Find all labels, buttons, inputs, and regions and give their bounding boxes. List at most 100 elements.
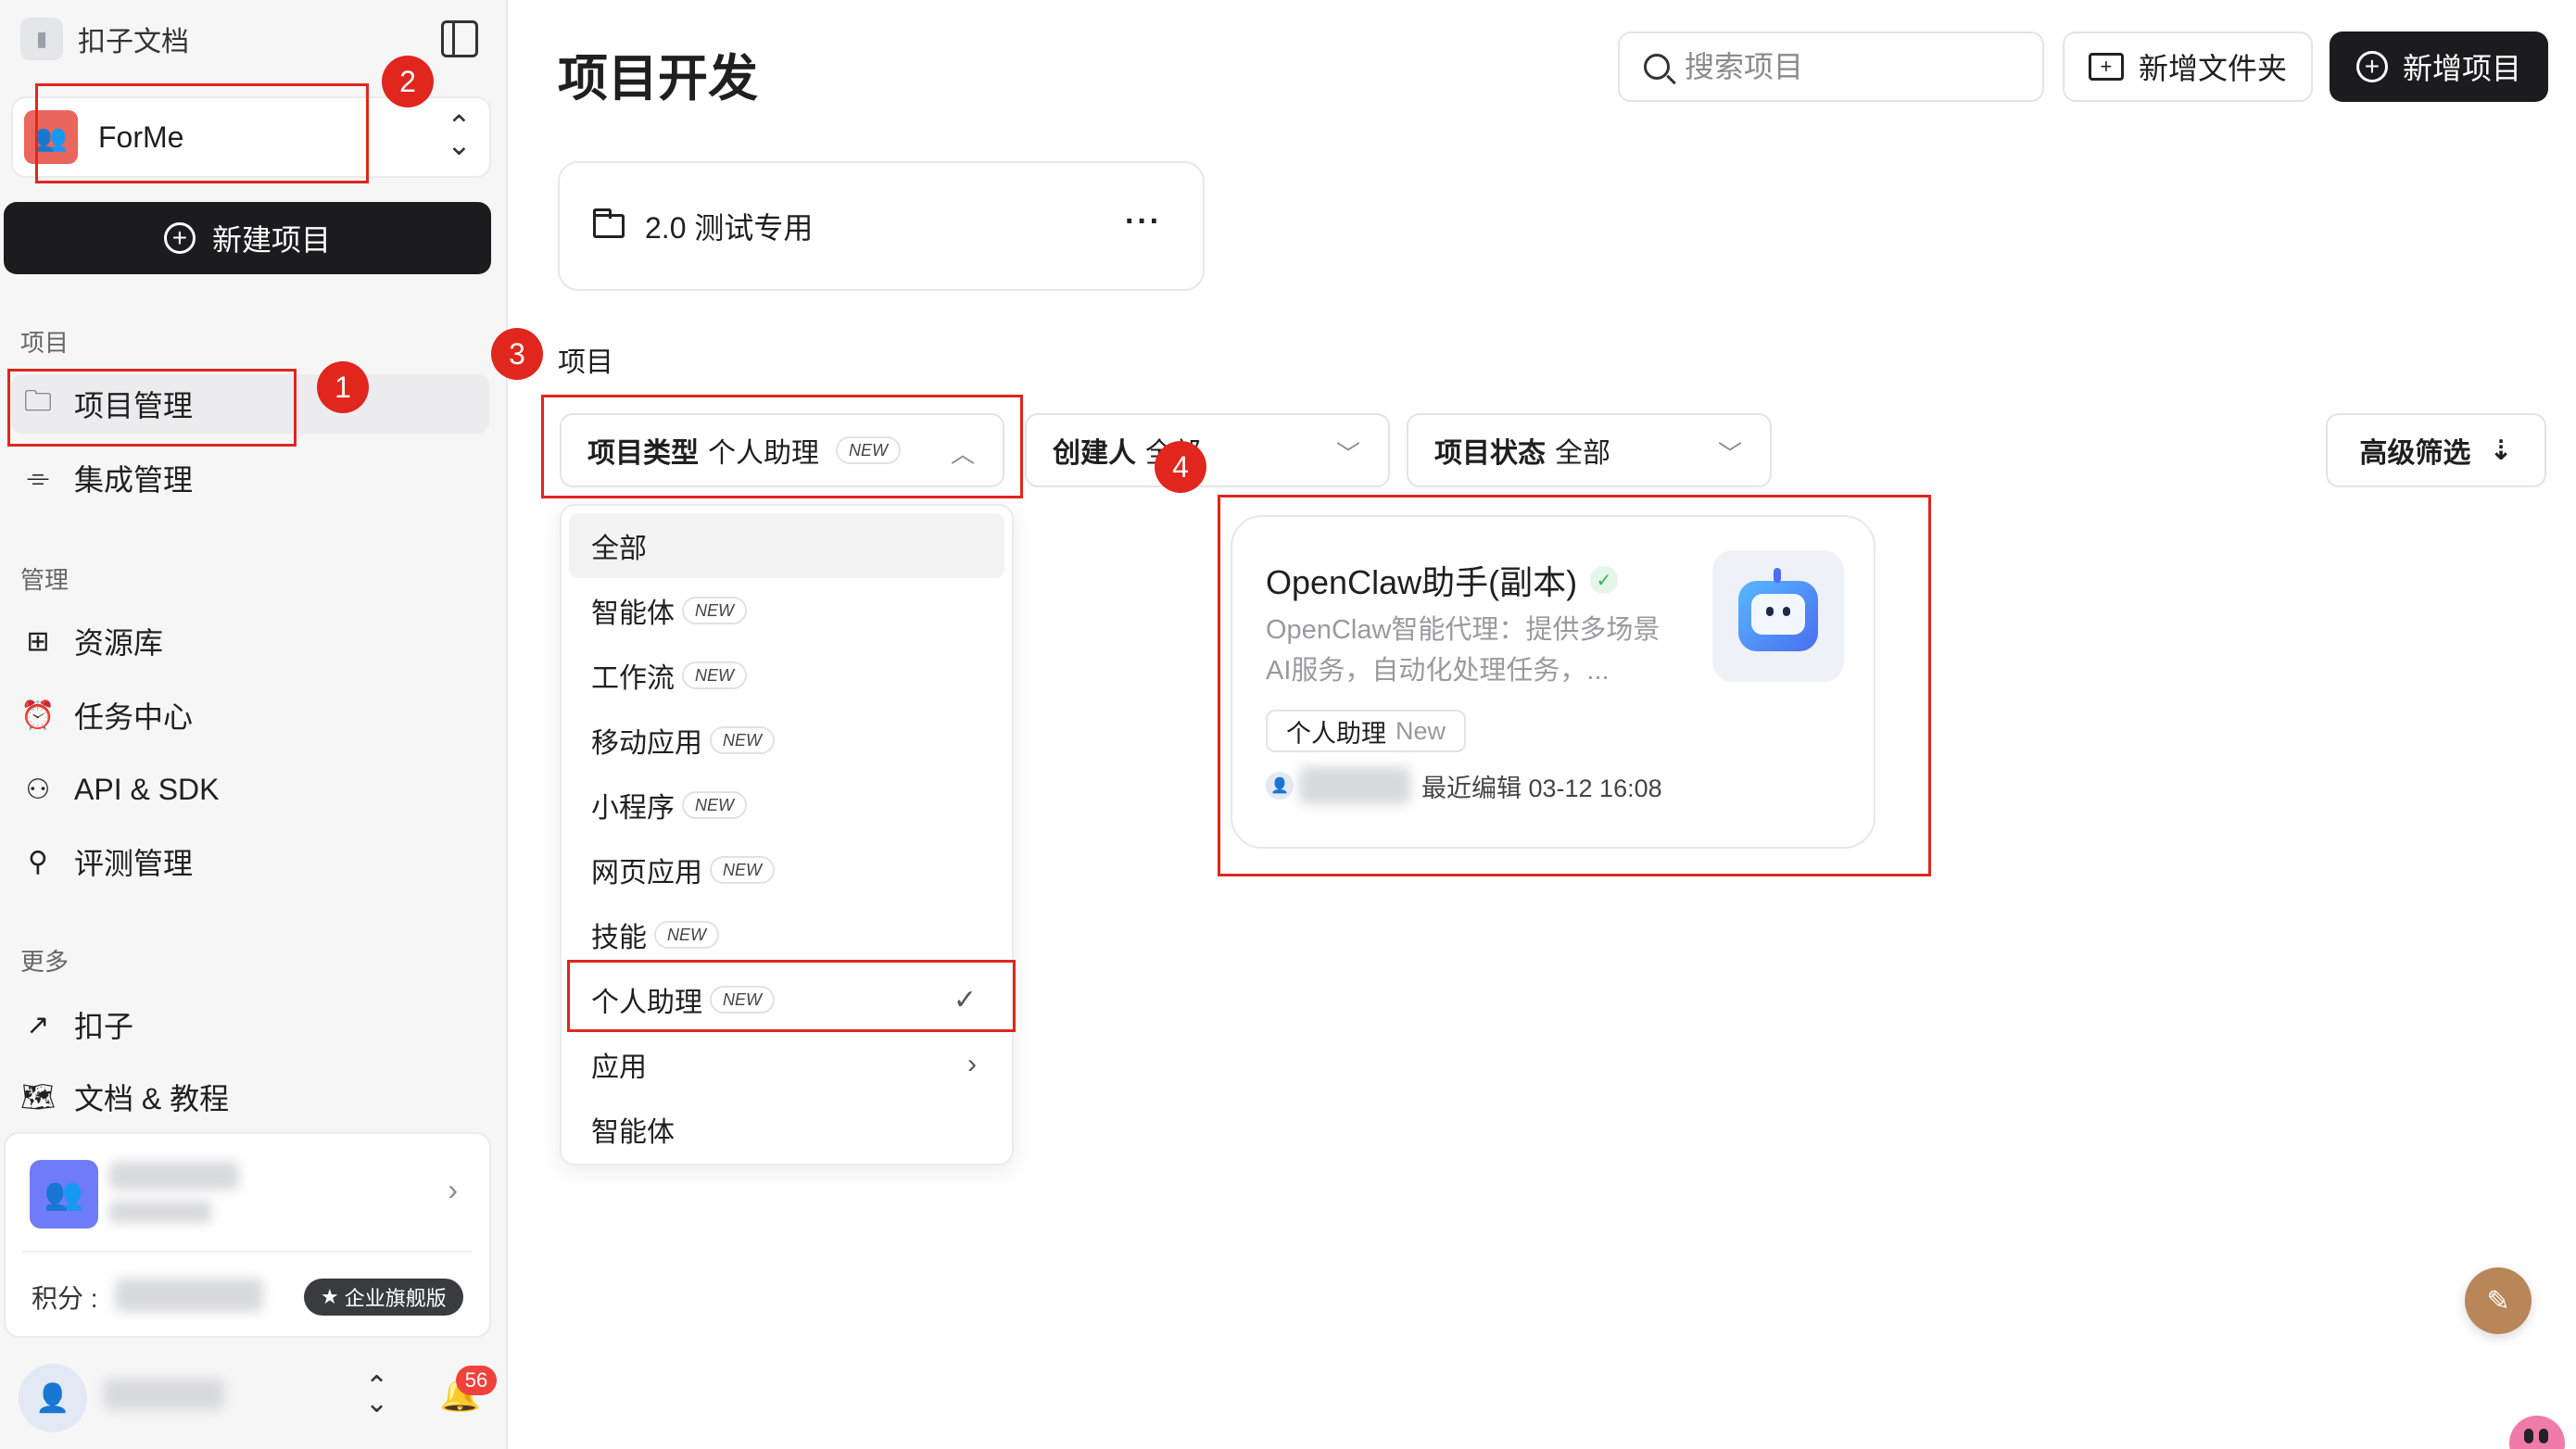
folder-name: 2.0 测试专用 (645, 211, 814, 245)
plan-badge[interactable]: ★ 企业旗舰版 (304, 1279, 463, 1316)
sidebar-item-resources[interactable]: ⊞ 资源库 (11, 611, 489, 671)
sidebar-item-label: 文档 & 教程 (74, 1082, 230, 1115)
sidebar-item-docs[interactable]: 🗺 文档 & 教程 (11, 1067, 489, 1127)
mascot-icon[interactable] (2509, 1416, 2565, 1449)
sidebar-item-label: 集成管理 (74, 463, 194, 497)
project-type-dropdown: 全部 智能体 NEW 工作流 NEW 移动应用 NEW 小程序 NEW 网页应用 NEW … (560, 504, 1014, 1166)
notification-badge: 56 (456, 1366, 497, 1395)
new-tag: NEW (654, 921, 719, 949)
dropdown-option-mini-program[interactable]: 小程序 NEW (569, 773, 1004, 838)
plus-circle-icon: + (163, 222, 196, 254)
sidebar-item-label: 扣子 (74, 1010, 134, 1043)
new-tag: NEW (682, 662, 747, 689)
sidebar-item-integration[interactable]: ⌯ 集成管理 (11, 448, 489, 508)
search-box[interactable] (1618, 32, 2044, 102)
sidebar-item-evaluation[interactable]: ⚲ 评测管理 (11, 832, 489, 891)
sidebar-item-label: 评测管理 (74, 847, 194, 880)
feedback-edit-icon[interactable]: ✎ (2465, 1267, 2532, 1334)
option-label: 小程序 (591, 793, 675, 824)
points-label: 积分 : (32, 1284, 98, 1313)
search-input[interactable] (1685, 49, 2018, 84)
annotation-number-1: 1 (317, 361, 369, 413)
blurred-username (104, 1379, 224, 1410)
sidebar-toggle-icon[interactable] (441, 20, 478, 57)
blocks-icon: ⊞ (26, 625, 50, 657)
brand[interactable]: ▮ 扣子文档 (20, 17, 189, 61)
annotation-box-2 (35, 83, 369, 183)
sidebar-item-label: 任务中心 (74, 700, 194, 734)
option-label: 应用 (591, 1052, 647, 1083)
option-label: 智能体 (591, 598, 675, 629)
new-tag: NEW (682, 791, 747, 819)
status-filter[interactable]: 项目状态 全部 ﹀ (1407, 413, 1772, 487)
section-title-projects: 项目 (558, 347, 613, 378)
brand-title: 扣子文档 (78, 27, 189, 57)
plan-badge-label: 企业旗舰版 (344, 1287, 447, 1310)
annotation-box-selected-option (567, 960, 1016, 1032)
sidebar-item-api-sdk[interactable]: ⚇ API & SDK (11, 760, 489, 819)
annotation-box-1 (7, 369, 297, 447)
new-tag: NEW (710, 726, 775, 754)
advanced-filter-button[interactable]: 高级筛选 ⇣ (2326, 413, 2546, 487)
option-label: 技能 (591, 923, 647, 953)
dropdown-option-app[interactable]: 应用 › (569, 1032, 1004, 1097)
expand-collapse-icon: ⌃ ⌄ (447, 109, 472, 161)
dropdown-option-agent[interactable]: 智能体 NEW (569, 578, 1004, 643)
map-icon: 🗺 (20, 1081, 57, 1113)
coze-logo-icon: ▮ (20, 18, 63, 60)
plus-circle-icon: + (2355, 51, 2388, 82)
annotation-number-4: 4 (1155, 441, 1206, 493)
account-switch-icon[interactable]: ⌃ ⌄ (365, 1373, 388, 1418)
section-label-more: 更多 (20, 948, 69, 976)
dropdown-option-skill[interactable]: 技能 NEW (569, 902, 1004, 967)
dropdown-option-web-app[interactable]: 网页应用 NEW (569, 838, 1004, 902)
new-project-button[interactable]: + 新建项目 (4, 202, 491, 274)
blurred-team-info (109, 1201, 211, 1223)
more-options-icon[interactable]: ··· (1125, 204, 1162, 240)
chevron-right-icon: › (448, 1173, 458, 1206)
chevron-right-icon: › (967, 1049, 977, 1079)
page-title: 项目开发 (558, 51, 758, 107)
new-project-main-label: 新增项目 (2402, 52, 2521, 85)
sidebar: ▮ 扣子文档 👥 ForMe ⌃ ⌄ + 新建项目 项目 🗀 项目管理 ⌯ 集成管… (0, 0, 508, 1449)
sidebar-item-label: API & SDK (74, 772, 220, 806)
new-folder-label: 新增文件夹 (2138, 52, 2287, 85)
dropdown-option-workflow[interactable]: 工作流 NEW (569, 643, 1004, 708)
option-label: 全部 (591, 534, 647, 564)
option-label: 网页应用 (591, 858, 702, 888)
sort-icon: ⇣ (2489, 435, 2513, 466)
folder-icon (593, 208, 625, 238)
new-folder-button[interactable]: + 新增文件夹 (2063, 32, 2313, 102)
dropdown-option-mobile-app[interactable]: 移动应用 NEW (569, 708, 1004, 773)
plug-icon: ⌯ (27, 462, 49, 493)
blurred-points-value (115, 1279, 263, 1312)
annotation-box-3 (541, 395, 1023, 498)
external-link-icon: ↗ (26, 1009, 50, 1040)
filter-label: 创建人 (1053, 438, 1136, 469)
new-project-button-main[interactable]: + 新增项目 (2330, 32, 2548, 102)
section-label-manage: 管理 (20, 566, 69, 594)
dropdown-option-all[interactable]: 全部 (569, 513, 1004, 578)
creator-filter[interactable]: 创建人 全部 ﹀ (1025, 413, 1390, 487)
section-label-project: 项目 (20, 329, 69, 357)
search-icon (1644, 54, 1670, 80)
folder-card[interactable]: 2.0 测试专用 ··· (558, 161, 1205, 291)
divider (22, 1251, 473, 1253)
annotation-number-2: 2 (382, 56, 434, 107)
team-card[interactable]: 👥 › 积分 : ★ 企业旗舰版 (4, 1132, 491, 1338)
chevron-down-icon: ﹀ (1717, 440, 1742, 468)
filter-value: 全部 (1555, 438, 1610, 469)
webhook-icon: ⚇ (25, 774, 51, 805)
team-avatar-icon: 👥 (30, 1160, 98, 1228)
advanced-filter-label: 高级筛选 (2359, 438, 2471, 469)
dropdown-option-agent-sub[interactable]: 智能体 (569, 1097, 1004, 1162)
blurred-team-name (109, 1162, 239, 1190)
folder-plus-icon: + (2088, 53, 2124, 81)
sidebar-item-label: 资源库 (74, 626, 164, 660)
annotation-number-3: 3 (491, 328, 543, 380)
sidebar-item-coze[interactable]: ↗ 扣子 (11, 995, 489, 1054)
annotation-box-4 (1218, 495, 1931, 876)
user-avatar[interactable]: 👤 (19, 1364, 87, 1432)
sidebar-item-tasks[interactable]: ⏰ 任务中心 (11, 686, 489, 745)
filter-label: 项目状态 (1434, 438, 1546, 469)
